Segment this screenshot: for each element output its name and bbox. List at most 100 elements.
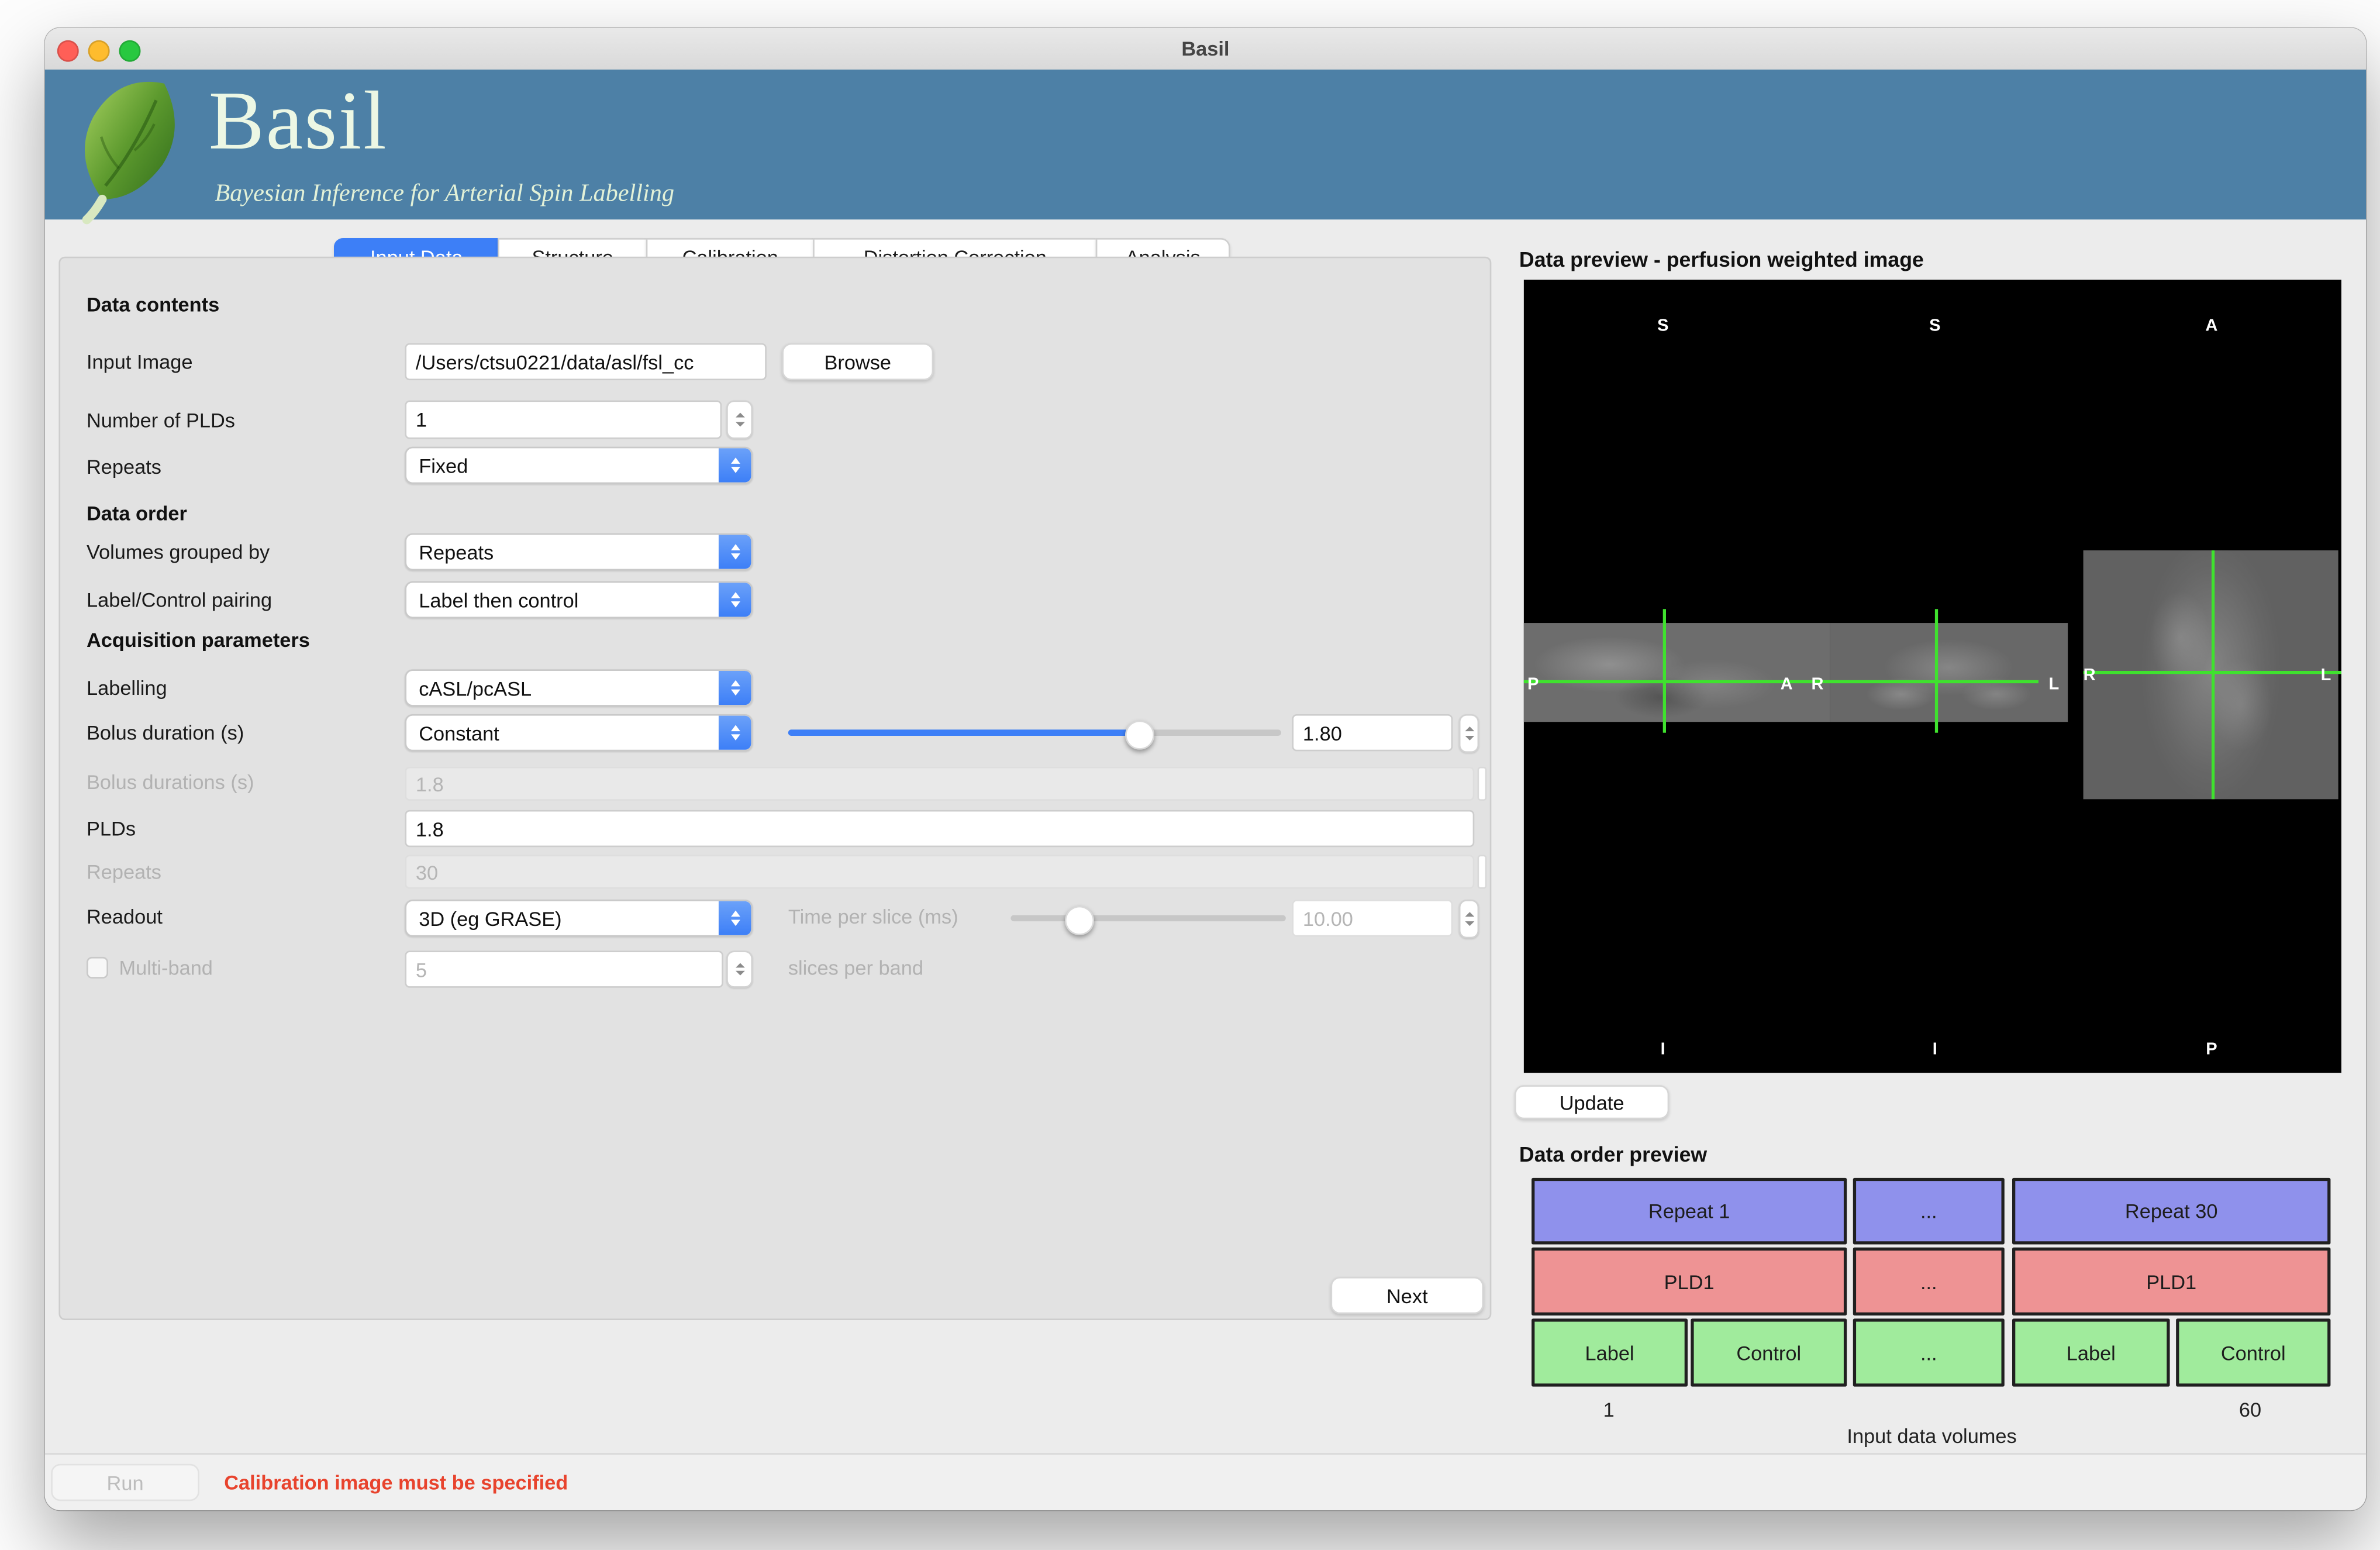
- multi-band-checkbox[interactable]: [87, 957, 108, 979]
- repeats-mode-label: Repeats: [87, 455, 161, 478]
- repeats-count-field[interactable]: 30: [405, 855, 1474, 889]
- coronal-slice[interactable]: [1830, 623, 2068, 722]
- chevron-up-down-icon: [719, 671, 751, 705]
- bolus-duration-slider[interactable]: [788, 714, 1281, 751]
- update-button[interactable]: Update: [1515, 1085, 1669, 1119]
- readout-select[interactable]: 3D (eg GRASE): [405, 900, 753, 936]
- chevron-up-down-icon: [719, 448, 751, 482]
- section-data-contents: Data contents: [87, 293, 219, 316]
- chevron-up-down-icon: [719, 901, 751, 935]
- orientation-marker: L: [2321, 666, 2331, 685]
- next-button[interactable]: Next: [1331, 1277, 1484, 1314]
- readout-value: 3D (eg GRASE): [406, 901, 719, 935]
- app-name: Basil: [209, 73, 388, 168]
- crosshair-line: [2212, 550, 2214, 799]
- browse-label: Browse: [824, 350, 891, 374]
- orientation-marker: R: [1811, 676, 1823, 694]
- orientation-marker: R: [2084, 666, 2096, 685]
- multi-band-field[interactable]: 5: [405, 950, 723, 987]
- order-block-control: Control: [2176, 1318, 2330, 1386]
- bolus-durations-label: Bolus durations (s): [87, 770, 254, 794]
- readout-label: Readout: [87, 905, 163, 928]
- order-block-pld1: PLD1: [1532, 1248, 1847, 1315]
- data-preview-title: Data preview - perfusion weighted image: [1519, 248, 1924, 271]
- order-block-repeat-30: Repeat 30: [2012, 1178, 2330, 1245]
- input-image-label: Input Image: [87, 350, 192, 374]
- volume-end-number: 60: [2239, 1398, 2261, 1421]
- number-of-plds-stepper-icon[interactable]: [726, 401, 753, 439]
- order-block-ellipsis: ...: [1853, 1178, 2005, 1245]
- section-acquisition-parameters: Acquisition parameters: [87, 628, 310, 652]
- update-label: Update: [1560, 1091, 1624, 1114]
- app-banner: Basil Bayesian Inference for Arterial Sp…: [45, 70, 2367, 219]
- orientation-marker: L: [2048, 676, 2059, 694]
- orientation-marker: A: [2205, 317, 2217, 336]
- labelling-value: cASL/pcASL: [406, 671, 719, 705]
- repeats-mode-select[interactable]: Fixed: [405, 447, 753, 484]
- volumes-grouped-by-label: Volumes grouped by: [87, 540, 270, 564]
- bolus-duration-mode-value: Constant: [406, 716, 719, 750]
- window-title: Basil: [45, 28, 2367, 70]
- label-control-pairing-label: Label/Control pairing: [87, 588, 272, 612]
- run-label: Run: [107, 1471, 144, 1494]
- orthographic-brain-preview[interactable]: S S A I I P P A R L R L: [1524, 280, 2341, 1073]
- bolus-duration-label: Bolus duration (s): [87, 721, 244, 745]
- section-data-order: Data order: [87, 502, 187, 525]
- bolus-duration-spinbox[interactable]: 1.80: [1292, 714, 1453, 751]
- orientation-marker: P: [2206, 1041, 2217, 1059]
- plds-field[interactable]: 1.8: [405, 810, 1474, 847]
- order-block-repeat-1: Repeat 1: [1532, 1178, 1847, 1245]
- slider-thumb[interactable]: [1125, 719, 1154, 749]
- order-block-label: Label: [2012, 1318, 2170, 1386]
- number-of-plds-label: Number of PLDs: [87, 409, 235, 432]
- time-per-slice-label: Time per slice (ms): [788, 905, 958, 928]
- time-per-slice-spinbox[interactable]: 10.00: [1292, 900, 1453, 936]
- volumes-grouped-by-value: Repeats: [406, 535, 719, 569]
- input-image-field[interactable]: /Users/ctsu0221/data/asl/fsl_cc: [405, 343, 766, 380]
- orientation-marker: P: [1527, 676, 1539, 694]
- label-control-pairing-value: Label then control: [406, 583, 719, 616]
- chevron-up-down-icon: [719, 716, 751, 750]
- crosshair-line: [2084, 671, 2341, 673]
- crosshair-line: [1663, 609, 1665, 732]
- data-order-preview-title: Data order preview: [1519, 1143, 1707, 1166]
- titlebar[interactable]: Basil: [45, 28, 2367, 71]
- repeats-count-label: Repeats: [87, 860, 161, 884]
- number-of-plds-field[interactable]: 1: [405, 401, 722, 439]
- plds-label: PLDs: [87, 817, 136, 841]
- axial-slice[interactable]: [2084, 550, 2338, 799]
- orientation-marker: I: [1933, 1041, 1937, 1059]
- bolus-durations-field[interactable]: 1.8: [405, 767, 1474, 801]
- order-block-ellipsis: ...: [1853, 1248, 2005, 1315]
- orientation-marker: S: [1929, 317, 1940, 336]
- basil-leaf-logo: [51, 67, 212, 228]
- labelling-select[interactable]: cASL/pcASL: [405, 669, 753, 706]
- volume-start-number: 1: [1603, 1398, 1615, 1421]
- bolus-durations-field-end: [1478, 767, 1487, 801]
- slider-thumb[interactable]: [1064, 905, 1094, 934]
- repeats-count-field-end: [1478, 855, 1487, 889]
- orientation-marker: A: [1781, 676, 1793, 694]
- repeats-mode-value: Fixed: [406, 448, 719, 482]
- bolus-duration-mode-select[interactable]: Constant: [405, 714, 753, 751]
- crosshair-line: [1935, 609, 1937, 732]
- next-label: Next: [1386, 1284, 1428, 1307]
- sagittal-slice[interactable]: [1524, 623, 1830, 722]
- run-button[interactable]: Run: [51, 1464, 199, 1501]
- validation-warning: Calibration image must be specified: [224, 1471, 568, 1494]
- volumes-grouped-by-select[interactable]: Repeats: [405, 533, 753, 570]
- chevron-up-down-icon: [719, 583, 751, 616]
- order-block-pld1: PLD1: [2012, 1248, 2330, 1315]
- time-per-slice-slider[interactable]: [1010, 900, 1285, 936]
- screen: Basil Basil Bayesian Inference for Arter…: [0, 0, 2380, 1550]
- labelling-label: Labelling: [87, 676, 167, 700]
- app-subtitle: Bayesian Inference for Arterial Spin Lab…: [215, 181, 674, 209]
- orientation-marker: I: [1661, 1041, 1665, 1059]
- time-per-slice-stepper-icon[interactable]: [1459, 900, 1479, 938]
- browse-button[interactable]: Browse: [782, 343, 933, 380]
- multi-band-label: Multi-band: [119, 956, 213, 980]
- multi-band-stepper-icon[interactable]: [726, 950, 753, 987]
- order-block-label: Label: [1532, 1318, 1688, 1386]
- label-control-pairing-select[interactable]: Label then control: [405, 581, 753, 618]
- bolus-duration-stepper-icon[interactable]: [1459, 714, 1479, 753]
